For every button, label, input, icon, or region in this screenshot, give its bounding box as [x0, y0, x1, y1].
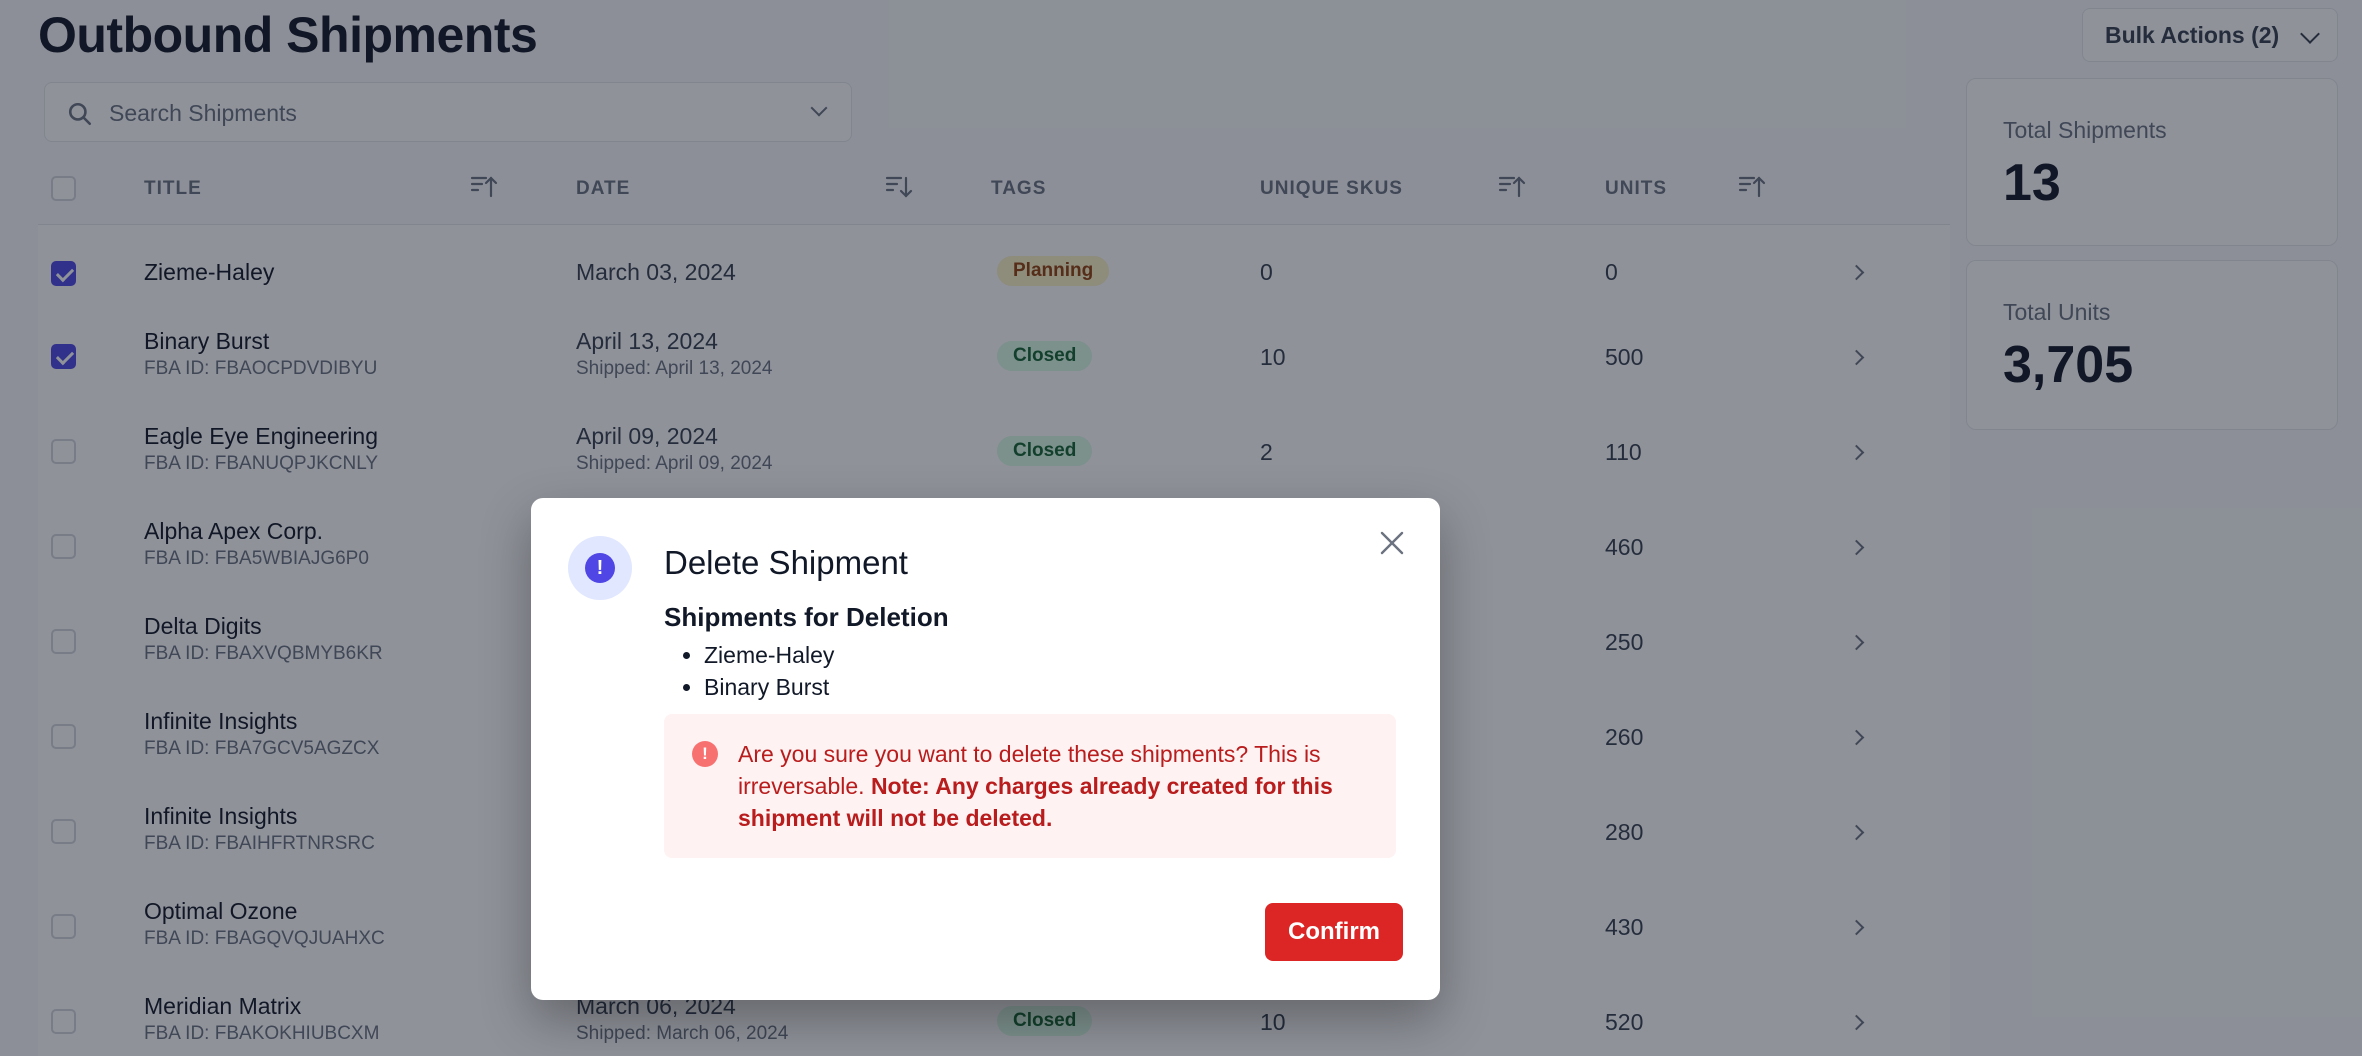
warning-alert: ! Are you sure you want to delete these …	[664, 714, 1396, 858]
close-icon[interactable]	[1377, 528, 1407, 558]
warning-icon: !	[568, 536, 632, 600]
exclamation-icon: !	[692, 741, 718, 767]
delete-shipment-dialog: ! Delete Shipment Shipments for Deletion…	[531, 498, 1440, 1000]
deletion-list: Zieme-Haley Binary Burst	[704, 639, 834, 703]
dialog-title: Delete Shipment	[664, 544, 908, 581]
list-item: Zieme-Haley	[704, 639, 834, 671]
dialog-subtitle: Shipments for Deletion	[664, 602, 949, 632]
confirm-button[interactable]: Confirm	[1265, 903, 1403, 961]
alert-message: Are you sure you want to delete these sh…	[738, 738, 1358, 834]
list-item: Binary Burst	[704, 671, 834, 703]
